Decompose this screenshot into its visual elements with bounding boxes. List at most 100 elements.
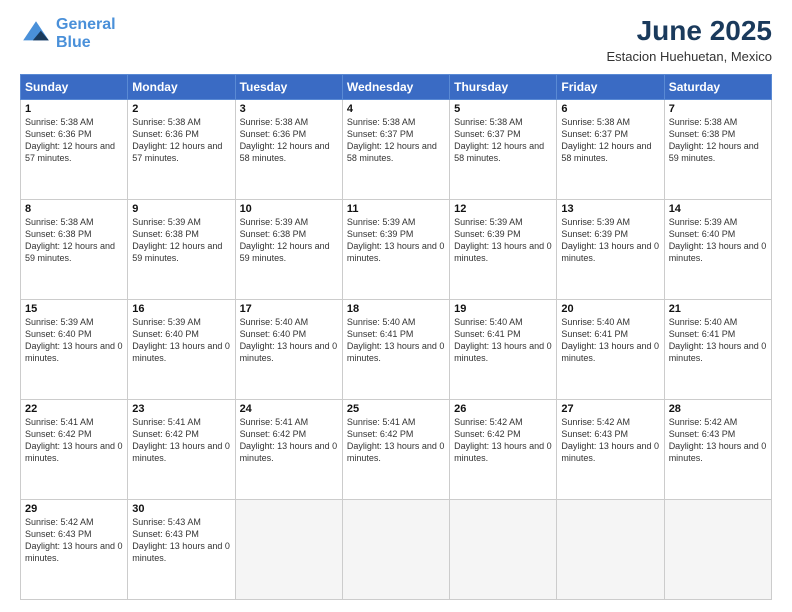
day-number: 29 <box>25 503 123 515</box>
day-cell: 20 Sunrise: 5:40 AM Sunset: 6:41 PM Dayl… <box>557 299 664 399</box>
month-year: June 2025 <box>607 16 772 47</box>
header-saturday: Saturday <box>664 74 771 99</box>
day-info: Sunrise: 5:41 AM Sunset: 6:42 PM Dayligh… <box>347 416 445 465</box>
day-info: Sunrise: 5:39 AM Sunset: 6:38 PM Dayligh… <box>132 216 230 265</box>
day-cell: 24 Sunrise: 5:41 AM Sunset: 6:42 PM Dayl… <box>235 399 342 499</box>
calendar-week: 29 Sunrise: 5:42 AM Sunset: 6:43 PM Dayl… <box>21 499 772 599</box>
calendar-week: 15 Sunrise: 5:39 AM Sunset: 6:40 PM Dayl… <box>21 299 772 399</box>
day-cell: 23 Sunrise: 5:41 AM Sunset: 6:42 PM Dayl… <box>128 399 235 499</box>
day-info: Sunrise: 5:39 AM Sunset: 6:40 PM Dayligh… <box>25 316 123 365</box>
day-info: Sunrise: 5:42 AM Sunset: 6:43 PM Dayligh… <box>561 416 659 465</box>
day-info: Sunrise: 5:38 AM Sunset: 6:38 PM Dayligh… <box>25 216 123 265</box>
header-wednesday: Wednesday <box>342 74 449 99</box>
day-number: 3 <box>240 103 338 115</box>
logo: General Blue <box>20 16 116 51</box>
day-cell: 18 Sunrise: 5:40 AM Sunset: 6:41 PM Dayl… <box>342 299 449 399</box>
day-info: Sunrise: 5:41 AM Sunset: 6:42 PM Dayligh… <box>132 416 230 465</box>
day-number: 26 <box>454 403 552 415</box>
day-number: 9 <box>132 203 230 215</box>
page: General Blue June 2025 Estacion Huehueta… <box>0 0 792 612</box>
logo-text: General Blue <box>56 16 116 51</box>
day-number: 12 <box>454 203 552 215</box>
day-info: Sunrise: 5:40 AM Sunset: 6:41 PM Dayligh… <box>454 316 552 365</box>
logo-general: General <box>56 16 116 33</box>
day-info: Sunrise: 5:42 AM Sunset: 6:42 PM Dayligh… <box>454 416 552 465</box>
day-cell: 4 Sunrise: 5:38 AM Sunset: 6:37 PM Dayli… <box>342 99 449 199</box>
day-cell: 2 Sunrise: 5:38 AM Sunset: 6:36 PM Dayli… <box>128 99 235 199</box>
header-sunday: Sunday <box>21 74 128 99</box>
day-cell: 27 Sunrise: 5:42 AM Sunset: 6:43 PM Dayl… <box>557 399 664 499</box>
location: Estacion Huehuetan, Mexico <box>607 49 772 64</box>
day-number: 27 <box>561 403 659 415</box>
day-cell: 28 Sunrise: 5:42 AM Sunset: 6:43 PM Dayl… <box>664 399 771 499</box>
day-number: 28 <box>669 403 767 415</box>
day-number: 23 <box>132 403 230 415</box>
day-number: 14 <box>669 203 767 215</box>
day-info: Sunrise: 5:40 AM Sunset: 6:41 PM Dayligh… <box>347 316 445 365</box>
empty-cell <box>664 499 771 599</box>
day-info: Sunrise: 5:39 AM Sunset: 6:39 PM Dayligh… <box>561 216 659 265</box>
day-info: Sunrise: 5:38 AM Sunset: 6:36 PM Dayligh… <box>132 116 230 165</box>
day-number: 21 <box>669 303 767 315</box>
logo-icon <box>20 18 52 50</box>
day-cell: 21 Sunrise: 5:40 AM Sunset: 6:41 PM Dayl… <box>664 299 771 399</box>
day-info: Sunrise: 5:39 AM Sunset: 6:39 PM Dayligh… <box>454 216 552 265</box>
day-cell: 29 Sunrise: 5:42 AM Sunset: 6:43 PM Dayl… <box>21 499 128 599</box>
day-number: 30 <box>132 503 230 515</box>
day-number: 22 <box>25 403 123 415</box>
day-info: Sunrise: 5:39 AM Sunset: 6:39 PM Dayligh… <box>347 216 445 265</box>
day-cell: 30 Sunrise: 5:43 AM Sunset: 6:43 PM Dayl… <box>128 499 235 599</box>
day-number: 5 <box>454 103 552 115</box>
day-info: Sunrise: 5:41 AM Sunset: 6:42 PM Dayligh… <box>240 416 338 465</box>
header-tuesday: Tuesday <box>235 74 342 99</box>
day-number: 15 <box>25 303 123 315</box>
logo-blue: Blue <box>56 34 91 51</box>
day-number: 2 <box>132 103 230 115</box>
header-thursday: Thursday <box>450 74 557 99</box>
day-info: Sunrise: 5:38 AM Sunset: 6:37 PM Dayligh… <box>347 116 445 165</box>
day-number: 18 <box>347 303 445 315</box>
day-info: Sunrise: 5:38 AM Sunset: 6:37 PM Dayligh… <box>561 116 659 165</box>
day-number: 20 <box>561 303 659 315</box>
day-info: Sunrise: 5:38 AM Sunset: 6:36 PM Dayligh… <box>240 116 338 165</box>
calendar-week: 22 Sunrise: 5:41 AM Sunset: 6:42 PM Dayl… <box>21 399 772 499</box>
day-number: 8 <box>25 203 123 215</box>
header: General Blue June 2025 Estacion Huehueta… <box>20 16 772 64</box>
day-cell: 26 Sunrise: 5:42 AM Sunset: 6:42 PM Dayl… <box>450 399 557 499</box>
day-cell: 14 Sunrise: 5:39 AM Sunset: 6:40 PM Dayl… <box>664 199 771 299</box>
empty-cell <box>450 499 557 599</box>
day-info: Sunrise: 5:40 AM Sunset: 6:41 PM Dayligh… <box>561 316 659 365</box>
empty-cell <box>342 499 449 599</box>
header-friday: Friday <box>557 74 664 99</box>
day-number: 10 <box>240 203 338 215</box>
day-cell: 12 Sunrise: 5:39 AM Sunset: 6:39 PM Dayl… <box>450 199 557 299</box>
day-cell: 10 Sunrise: 5:39 AM Sunset: 6:38 PM Dayl… <box>235 199 342 299</box>
calendar: Sunday Monday Tuesday Wednesday Thursday… <box>20 74 772 600</box>
day-cell: 16 Sunrise: 5:39 AM Sunset: 6:40 PM Dayl… <box>128 299 235 399</box>
day-cell: 17 Sunrise: 5:40 AM Sunset: 6:40 PM Dayl… <box>235 299 342 399</box>
day-info: Sunrise: 5:42 AM Sunset: 6:43 PM Dayligh… <box>669 416 767 465</box>
title-block: June 2025 Estacion Huehuetan, Mexico <box>607 16 772 64</box>
day-cell: 5 Sunrise: 5:38 AM Sunset: 6:37 PM Dayli… <box>450 99 557 199</box>
calendar-body: 1 Sunrise: 5:38 AM Sunset: 6:36 PM Dayli… <box>21 99 772 599</box>
day-cell: 7 Sunrise: 5:38 AM Sunset: 6:38 PM Dayli… <box>664 99 771 199</box>
day-info: Sunrise: 5:39 AM Sunset: 6:40 PM Dayligh… <box>669 216 767 265</box>
day-number: 16 <box>132 303 230 315</box>
day-cell: 13 Sunrise: 5:39 AM Sunset: 6:39 PM Dayl… <box>557 199 664 299</box>
day-number: 24 <box>240 403 338 415</box>
day-cell: 25 Sunrise: 5:41 AM Sunset: 6:42 PM Dayl… <box>342 399 449 499</box>
calendar-week: 1 Sunrise: 5:38 AM Sunset: 6:36 PM Dayli… <box>21 99 772 199</box>
day-cell: 9 Sunrise: 5:39 AM Sunset: 6:38 PM Dayli… <box>128 199 235 299</box>
day-cell: 15 Sunrise: 5:39 AM Sunset: 6:40 PM Dayl… <box>21 299 128 399</box>
day-number: 7 <box>669 103 767 115</box>
day-info: Sunrise: 5:38 AM Sunset: 6:37 PM Dayligh… <box>454 116 552 165</box>
day-cell: 19 Sunrise: 5:40 AM Sunset: 6:41 PM Dayl… <box>450 299 557 399</box>
header-monday: Monday <box>128 74 235 99</box>
empty-cell <box>235 499 342 599</box>
day-number: 19 <box>454 303 552 315</box>
day-cell: 3 Sunrise: 5:38 AM Sunset: 6:36 PM Dayli… <box>235 99 342 199</box>
day-cell: 8 Sunrise: 5:38 AM Sunset: 6:38 PM Dayli… <box>21 199 128 299</box>
day-info: Sunrise: 5:38 AM Sunset: 6:38 PM Dayligh… <box>669 116 767 165</box>
day-info: Sunrise: 5:42 AM Sunset: 6:43 PM Dayligh… <box>25 516 123 565</box>
day-number: 17 <box>240 303 338 315</box>
